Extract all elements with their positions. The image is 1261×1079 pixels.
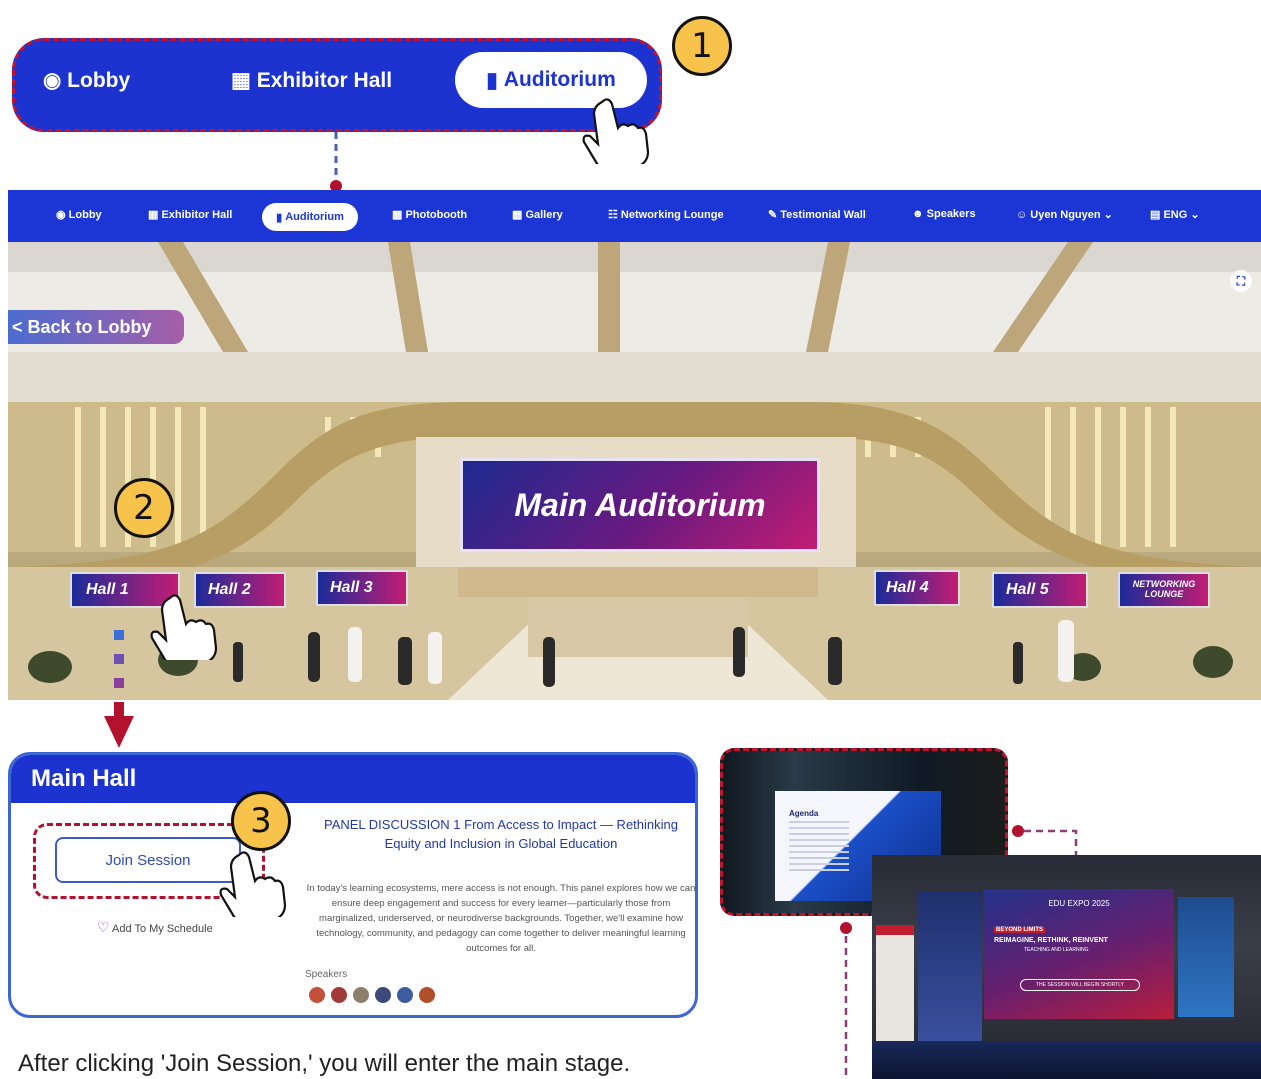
zoomed-nav-callout: ◉ Lobby ▦ Exhibitor Hall ▮ Auditorium <box>12 38 662 132</box>
chevron-down-icon: ⌄ <box>1187 209 1200 221</box>
nav-photobooth[interactable]: ▩ Photobooth <box>392 208 467 221</box>
edit-icon: ✎ <box>768 209 781 221</box>
connector-line <box>840 922 852 1079</box>
main-hall-panel: Main Hall Join Session ♡ Add To My Sched… <box>8 752 698 1018</box>
speakers-label: Speakers <box>305 969 348 980</box>
avatar[interactable] <box>375 987 391 1003</box>
nav-gallery[interactable]: ▩ Gallery <box>512 208 563 221</box>
language-menu[interactable]: ▤ ENG ⌄ <box>1150 208 1200 221</box>
compass-icon: ◉ <box>43 69 62 92</box>
building-icon: ▦ <box>148 209 162 221</box>
chevron-down-icon: ⌄ <box>1100 209 1113 221</box>
hall-3-sign[interactable]: Hall 3 <box>316 570 408 606</box>
nav-auditorium[interactable]: ▮ Auditorium <box>262 203 358 231</box>
session-title: PANEL DISCUSSION 1 From Access to Impact… <box>323 817 678 851</box>
document-icon: ▮ <box>486 68 498 92</box>
instruction-caption: After clicking 'Join Session,' you will … <box>18 1050 631 1077</box>
user-menu[interactable]: ☺ Uyen Nguyen ⌄ <box>1016 208 1113 221</box>
zoom-nav-exhibitor-hall[interactable]: ▦ Exhibitor Hall <box>231 68 392 93</box>
audience-seats <box>872 1041 1261 1079</box>
avatar[interactable] <box>331 987 347 1003</box>
hall-5-sign[interactable]: Hall 5 <box>992 572 1088 608</box>
user-icon: ☻ <box>912 208 927 220</box>
hand-cursor-icon <box>150 594 218 660</box>
nav-networking-lounge[interactable]: ☷ Networking Lounge <box>608 208 724 221</box>
building-icon: ▦ <box>231 69 251 92</box>
network-icon: ☷ <box>608 209 621 221</box>
avatar[interactable] <box>353 987 369 1003</box>
side-banner <box>876 925 914 1045</box>
event-banner: EDU EXPO 2025 BEYOND LIMITS REIMAGINE, R… <box>984 889 1174 1019</box>
step-badge-1: 1 <box>672 16 732 76</box>
speaker-avatars <box>309 987 435 1003</box>
connector-arrow <box>104 630 134 748</box>
main-stage-view: EDU EXPO 2025 BEYOND LIMITS REIMAGINE, R… <box>872 855 1261 1079</box>
step-badge-2: 2 <box>114 478 174 538</box>
avatar[interactable] <box>397 987 413 1003</box>
networking-lounge-sign[interactable]: NETWORKING LOUNGE <box>1118 572 1210 608</box>
translate-icon: ▤ <box>1150 209 1164 221</box>
gallery-icon: ▩ <box>512 209 526 221</box>
nav-exhibitor-hall[interactable]: ▦ Exhibitor Hall <box>148 208 232 221</box>
compass-icon: ◉ <box>56 209 69 221</box>
main-hall-title: Main Hall <box>31 765 137 792</box>
nav-testimonial-wall[interactable]: ✎ Testimonial Wall <box>768 208 866 221</box>
side-screen <box>1178 897 1234 1017</box>
add-to-schedule[interactable]: ♡ Add To My Schedule <box>97 919 213 936</box>
hand-cursor-icon <box>582 98 650 164</box>
expand-icon: ⛶ <box>1236 274 1246 288</box>
nav-lobby[interactable]: ◉ Lobby <box>56 208 102 221</box>
back-to-lobby-link[interactable]: < Back to Lobby <box>8 310 184 344</box>
zoom-nav-lobby[interactable]: ◉ Lobby <box>43 68 130 93</box>
main-navbar: ◉ Lobby ▦ Exhibitor Hall ▮ Auditorium ▩ P… <box>8 190 1261 242</box>
document-icon: ▮ <box>276 211 283 224</box>
hall-4-sign[interactable]: Hall 4 <box>874 570 960 606</box>
fullscreen-button[interactable]: ⛶ <box>1230 270 1252 292</box>
main-auditorium-sign[interactable]: Main Auditorium <box>460 458 820 552</box>
avatar[interactable] <box>309 987 325 1003</box>
nav-speakers[interactable]: ☻ Speakers <box>912 208 976 220</box>
main-hall-header: Main Hall <box>11 755 695 803</box>
connector-line <box>330 132 342 192</box>
heart-icon: ♡ <box>97 919 110 935</box>
speaker-banner <box>918 891 982 1041</box>
hand-cursor-icon <box>219 851 287 917</box>
join-session-button[interactable]: Join Session <box>55 837 241 883</box>
smile-icon: ☺ <box>1016 209 1031 221</box>
step-badge-3: 3 <box>231 791 291 851</box>
session-description: In today's learning ecosystems, mere acc… <box>306 883 696 954</box>
image-icon: ▩ <box>392 209 406 221</box>
auditorium-scene: < Back to Lobby ⛶ Main Auditorium Hall 1… <box>8 242 1261 700</box>
avatar[interactable] <box>419 987 435 1003</box>
